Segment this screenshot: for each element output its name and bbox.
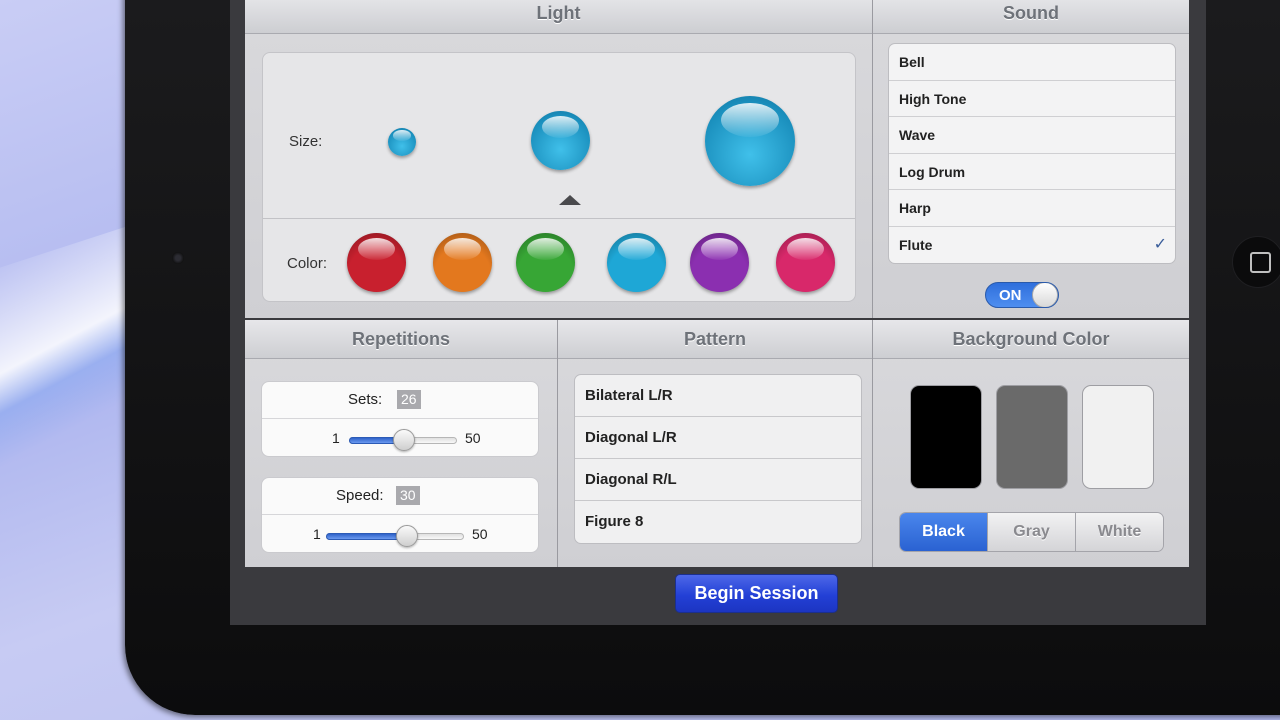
sets-max: 50: [465, 430, 481, 446]
color-orb-4[interactable]: [607, 233, 666, 292]
speed-max: 50: [472, 526, 488, 542]
segment-gray[interactable]: Gray: [988, 513, 1076, 551]
light-options-box: Size: Color:: [262, 52, 856, 302]
sound-item-label: Log Drum: [899, 163, 966, 180]
checkmark-icon: ✓: [1153, 235, 1167, 253]
repetitions-title: Repetitions: [245, 320, 557, 359]
speed-card: Speed: 30 1 50: [261, 477, 539, 553]
sound-title: Sound: [873, 0, 1189, 34]
pattern-list: Bilateral L/R Diagonal L/R Diagonal R/L …: [574, 374, 862, 544]
sound-toggle[interactable]: ON: [985, 282, 1059, 308]
sound-item-high-tone[interactable]: High Tone: [889, 81, 1175, 117]
pattern-item-bilateral[interactable]: Bilateral L/R: [575, 375, 861, 417]
pattern-item-diagonal-rl[interactable]: Diagonal R/L: [575, 459, 861, 501]
sound-item-wave[interactable]: Wave: [889, 117, 1175, 154]
background-color-panel: Background Color Black Gray White: [873, 320, 1189, 567]
light-title: Light: [245, 0, 872, 34]
sound-item-bell[interactable]: Bell: [889, 44, 1175, 81]
sets-slider-thumb[interactable]: [393, 429, 416, 451]
selected-size-pointer-icon: [559, 195, 581, 205]
sets-label: Sets:: [348, 391, 383, 408]
sets-min: 1: [332, 430, 340, 446]
repetitions-panel: Repetitions Sets: 26 1 50 Speed: 30 1 50: [245, 320, 558, 567]
speed-slider-fill: [326, 533, 408, 540]
color-label: Color:: [287, 255, 328, 272]
size-large-orb[interactable]: [705, 96, 795, 186]
segment-white[interactable]: White: [1076, 513, 1163, 551]
speed-slider-thumb[interactable]: [396, 525, 419, 547]
color-orb-2[interactable]: [433, 233, 492, 292]
color-orb-5[interactable]: [690, 233, 749, 292]
color-orb-1[interactable]: [347, 233, 406, 292]
sound-item-log-drum[interactable]: Log Drum: [889, 154, 1175, 190]
color-orb-6[interactable]: [776, 233, 835, 292]
sound-item-label: Wave: [899, 127, 936, 143]
speed-slider-track[interactable]: [326, 533, 464, 540]
toggle-knob[interactable]: [1032, 283, 1058, 307]
sound-list: Bell High Tone Wave Log Drum Harp Flute ✓: [888, 43, 1176, 264]
sound-item-label: Flute: [899, 236, 933, 253]
swatch-gray[interactable]: [996, 385, 1068, 489]
sound-item-harp[interactable]: Harp: [889, 190, 1175, 227]
begin-session-button[interactable]: Begin Session: [675, 574, 838, 613]
sound-item-label: Bell: [899, 54, 925, 70]
swatch-black[interactable]: [910, 385, 982, 489]
sets-card: Sets: 26 1 50: [261, 381, 539, 457]
light-panel: Light Size: Color:: [245, 0, 873, 318]
pattern-title: Pattern: [558, 320, 872, 359]
sound-item-flute[interactable]: Flute ✓: [889, 227, 1175, 264]
color-orb-3[interactable]: [516, 233, 575, 292]
speed-value: 30: [396, 486, 420, 505]
sets-value: 26: [397, 390, 421, 409]
speed-label: Speed:: [336, 487, 384, 504]
pattern-item-figure-8[interactable]: Figure 8: [575, 501, 861, 543]
pattern-panel: Pattern Bilateral L/R Diagonal L/R Diago…: [558, 320, 873, 567]
card-divider: [262, 418, 538, 419]
home-button-icon[interactable]: [1232, 236, 1280, 288]
background-color-segmented-control: Black Gray White: [899, 512, 1164, 552]
pattern-item-diagonal-lr[interactable]: Diagonal L/R: [575, 417, 861, 459]
size-label: Size:: [289, 133, 323, 150]
light-divider: [263, 218, 855, 219]
sound-item-label: High Tone: [899, 90, 967, 107]
card-divider: [262, 514, 538, 515]
speed-min: 1: [313, 526, 321, 542]
toggle-label: ON: [999, 287, 1022, 304]
size-medium-orb[interactable]: [531, 111, 590, 170]
size-small-orb[interactable]: [388, 128, 416, 156]
swatch-white[interactable]: [1082, 385, 1154, 489]
camera-icon: [172, 252, 184, 264]
sound-panel: Sound Bell High Tone Wave Log Drum Harp …: [873, 0, 1189, 318]
segment-black[interactable]: Black: [900, 513, 988, 551]
sound-item-label: Harp: [899, 200, 931, 216]
background-color-title: Background Color: [873, 320, 1189, 359]
